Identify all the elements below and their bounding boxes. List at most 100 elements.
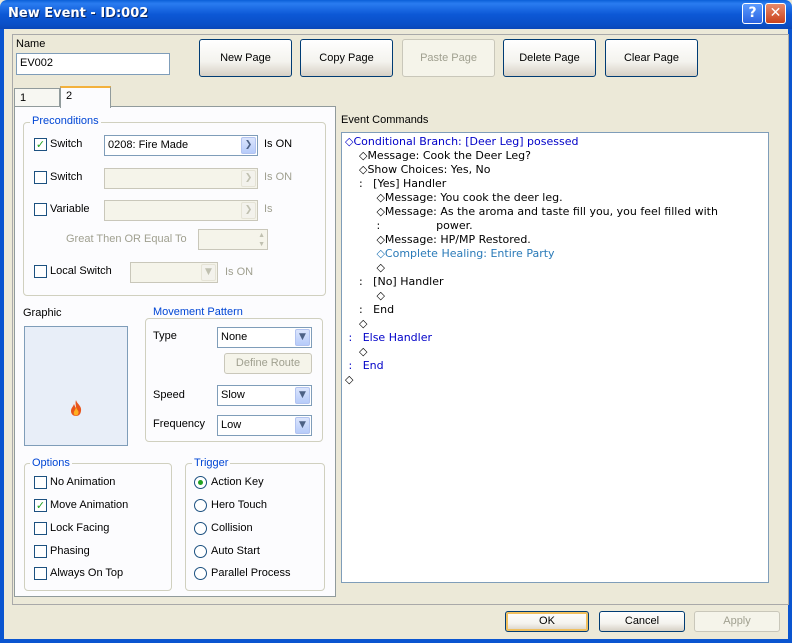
variable-checkbox[interactable] [34, 203, 47, 216]
auto-start-radio[interactable] [194, 545, 207, 558]
apply-button[interactable]: Apply [694, 611, 780, 632]
no-animation-checkbox[interactable] [34, 476, 47, 489]
window-title: New Event - ID:002 [8, 6, 149, 21]
action-key-label: Action Key [211, 476, 264, 488]
collision-radio[interactable] [194, 522, 207, 535]
switch2-selector[interactable]: ❯ [104, 168, 258, 189]
tab-page-1[interactable]: 1 [14, 88, 60, 108]
command-line[interactable]: ◇Complete Healing: Entire Party [345, 247, 554, 260]
check-icon: ✓ [35, 499, 46, 512]
name-label: Name [16, 38, 46, 50]
close-button[interactable]: ✕ [765, 3, 786, 24]
event-commands-label: Event Commands [341, 114, 429, 126]
move-animation-label: Move Animation [50, 499, 129, 511]
close-icon: ✕ [769, 5, 782, 21]
trigger-title: Trigger [192, 457, 231, 469]
speed-label: Speed [153, 389, 185, 401]
command-line[interactable]: ◇ [345, 317, 367, 330]
chevron-right-icon[interactable]: ❯ [241, 137, 256, 154]
command-line[interactable]: ◇Message: You cook the deer leg. [345, 191, 562, 204]
chevron-down-icon[interactable]: ▼ [295, 329, 310, 346]
command-line[interactable]: : Else Handler [345, 331, 432, 344]
command-line[interactable]: ◇ [345, 373, 353, 386]
graphic-label: Graphic [23, 307, 62, 319]
chevron-right-icon[interactable]: ❯ [241, 170, 256, 187]
local-switch-suffix: Is ON [225, 266, 254, 278]
window-frame-left [0, 29, 4, 643]
window-frame-bottom [0, 639, 792, 643]
copy-page-button[interactable]: Copy Page [300, 39, 393, 77]
command-line[interactable]: ◇ [345, 345, 367, 358]
switch2-checkbox[interactable] [34, 171, 47, 184]
switch1-label: Switch [50, 138, 83, 150]
preconditions-title: Preconditions [30, 115, 101, 127]
type-label: Type [153, 330, 177, 342]
hero-touch-label: Hero Touch [211, 499, 268, 511]
ok-button[interactable]: OK [505, 611, 589, 632]
frequency-dropdown[interactable]: Low ▼ [217, 415, 312, 436]
tab-page-2[interactable]: 2 [60, 86, 111, 108]
flame-icon [71, 400, 82, 416]
command-line[interactable]: : [Yes] Handler [345, 177, 446, 190]
command-line[interactable]: ◇ [345, 261, 384, 274]
command-line[interactable]: : power. [345, 219, 472, 232]
switch1-value: 0208: Fire Made [108, 139, 189, 151]
frequency-value: Low [221, 419, 242, 431]
switch2-label: Switch [50, 171, 83, 183]
define-route-button[interactable]: Define Route [224, 353, 312, 374]
type-value: None [221, 331, 248, 343]
help-icon: ? [748, 5, 757, 21]
local-switch-checkbox[interactable] [34, 265, 47, 278]
lock-facing-checkbox[interactable] [34, 522, 47, 535]
command-line[interactable]: ◇ [345, 289, 384, 302]
switch1-checkbox[interactable]: ✓ [34, 138, 47, 151]
command-line[interactable]: ◇Message: Cook the Deer Leg? [345, 149, 531, 162]
compare-value-spinner[interactable]: ▲ ▼ [198, 229, 268, 250]
phasing-label: Phasing [50, 545, 90, 557]
command-line[interactable]: ◇Conditional Branch: [Deer Leg] posessed [345, 135, 578, 148]
chevron-down-icon[interactable]: ▼ [201, 264, 216, 281]
check-icon: ✓ [35, 138, 46, 151]
phasing-checkbox[interactable] [34, 545, 47, 558]
command-line[interactable]: : End [345, 303, 394, 316]
speed-value: Slow [221, 389, 245, 401]
compare-label: Great Then OR Equal To [66, 233, 187, 245]
spinner-arrows-icon[interactable]: ▲ ▼ [258, 231, 265, 249]
chevron-down-icon[interactable]: ▼ [295, 417, 310, 434]
chevron-right-icon[interactable]: ❯ [241, 202, 256, 219]
auto-start-label: Auto Start [211, 545, 260, 557]
type-dropdown[interactable]: None ▼ [217, 327, 312, 348]
help-button[interactable]: ? [742, 3, 763, 24]
command-line[interactable]: ◇Show Choices: Yes, No [345, 163, 491, 176]
action-key-radio[interactable] [194, 476, 207, 489]
move-animation-checkbox[interactable]: ✓ [34, 499, 47, 512]
no-animation-label: No Animation [50, 476, 116, 488]
switch1-selector[interactable]: 0208: Fire Made ❯ [104, 135, 258, 156]
new-page-button[interactable]: New Page [199, 39, 292, 77]
variable-suffix: Is [264, 203, 273, 215]
command-line[interactable]: : End [345, 359, 383, 372]
frequency-label: Frequency [153, 418, 205, 430]
cancel-button[interactable]: Cancel [599, 611, 685, 632]
command-line[interactable]: ◇Message: HP/MP Restored. [345, 233, 530, 246]
local-switch-selector[interactable]: ▼ [130, 262, 218, 283]
delete-page-button[interactable]: Delete Page [503, 39, 596, 77]
command-line[interactable]: : [No] Handler [345, 275, 444, 288]
chevron-down-icon[interactable]: ▼ [295, 387, 310, 404]
clear-page-button[interactable]: Clear Page [605, 39, 698, 77]
parallel-process-radio[interactable] [194, 567, 207, 580]
variable-selector[interactable]: ❯ [104, 200, 258, 221]
collision-label: Collision [211, 522, 253, 534]
hero-touch-radio[interactable] [194, 499, 207, 512]
event-commands-list[interactable]: ◇Conditional Branch: [Deer Leg] posessed… [341, 132, 769, 583]
always-on-top-checkbox[interactable] [34, 567, 47, 580]
options-title: Options [30, 457, 72, 469]
speed-dropdown[interactable]: Slow ▼ [217, 385, 312, 406]
name-input[interactable]: EV002 [16, 53, 170, 75]
variable-label: Variable [50, 203, 90, 215]
switch1-suffix: Is ON [264, 138, 293, 150]
paste-page-button[interactable]: Paste Page [402, 39, 495, 77]
always-on-top-label: Always On Top [50, 567, 124, 579]
command-line[interactable]: ◇Message: As the aroma and taste fill yo… [345, 205, 717, 218]
graphic-preview[interactable] [24, 326, 128, 446]
